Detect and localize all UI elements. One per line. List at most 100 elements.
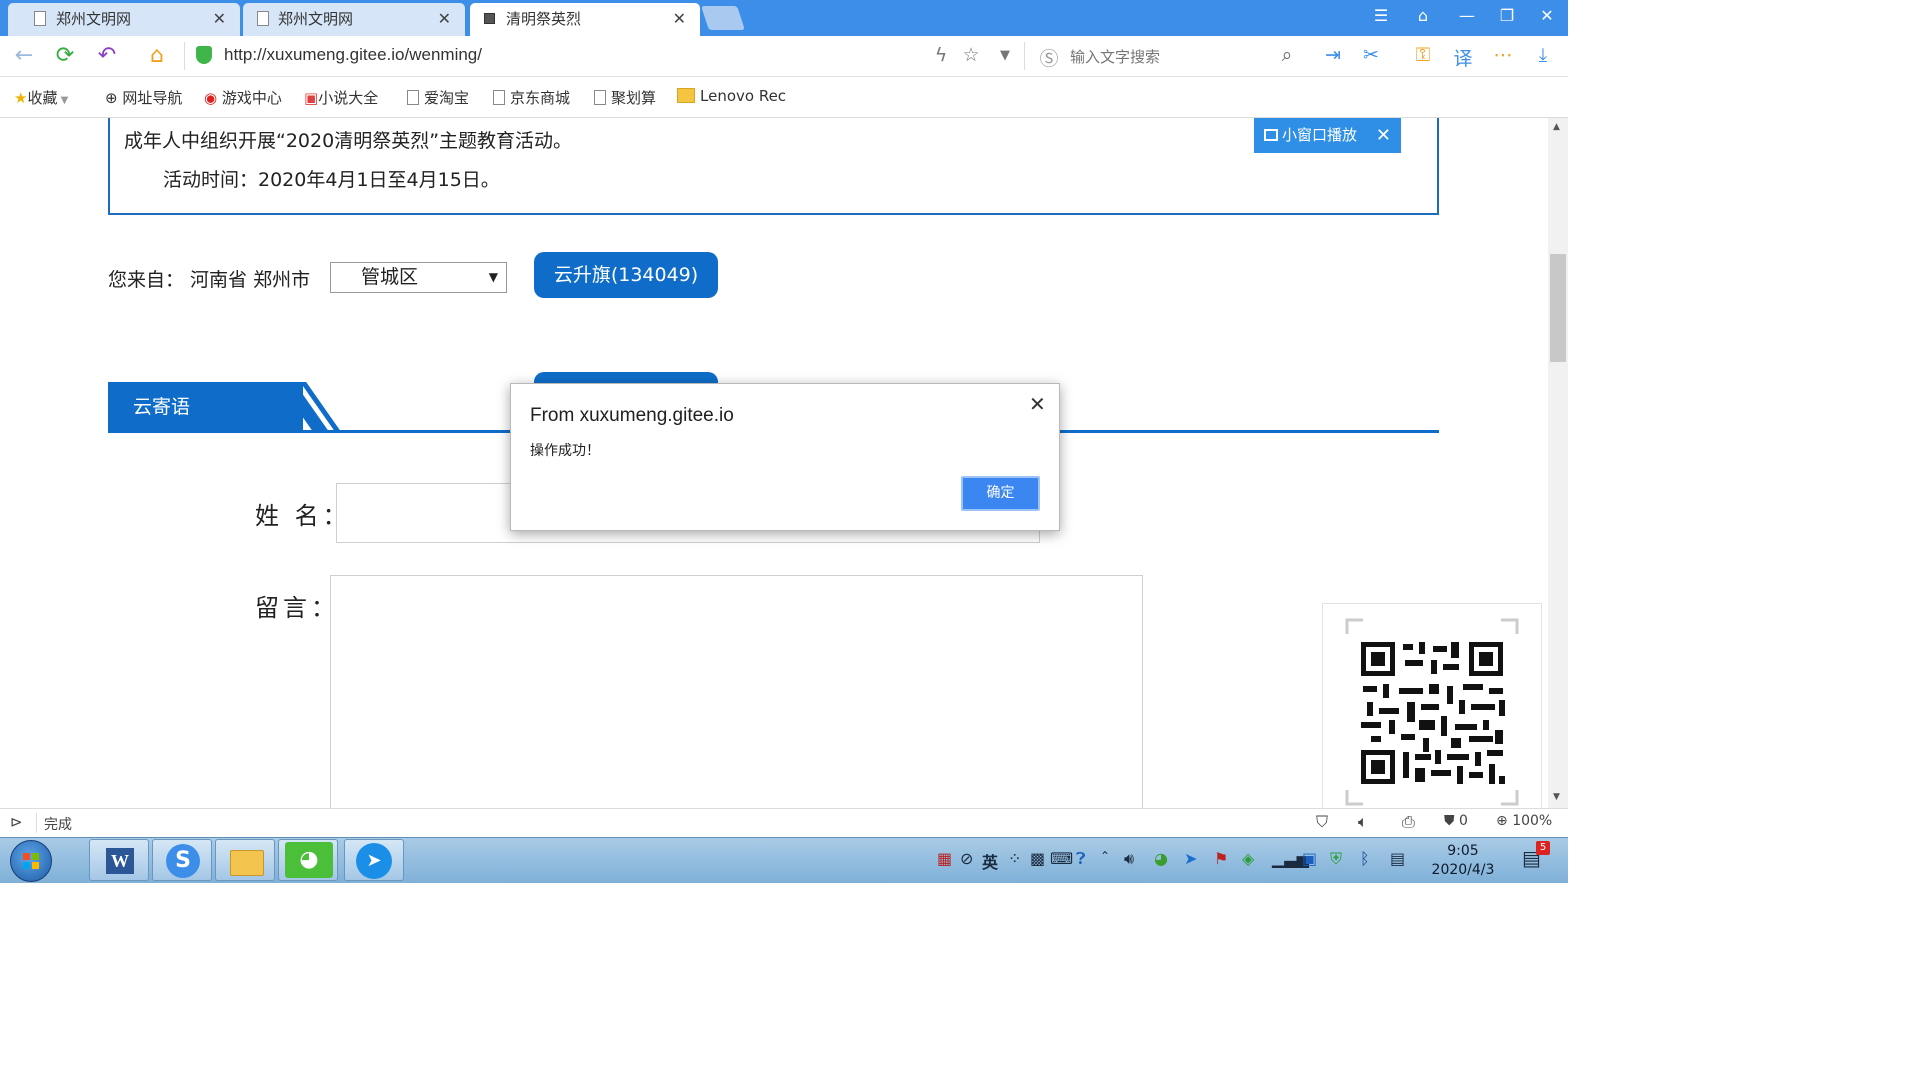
raise-flag-button[interactable]: 云升旗(134049) [534, 252, 718, 298]
wechat-icon: ◕ [285, 842, 333, 878]
menu-icon[interactable]: ☰ [1368, 6, 1394, 25]
taskbar-explorer[interactable] [215, 839, 275, 881]
minimize-icon[interactable]: — [1454, 6, 1480, 25]
close-icon[interactable]: ✕ [673, 3, 686, 35]
divider [184, 42, 185, 70]
display-icon[interactable]: ▣ [1302, 849, 1317, 868]
clipboard-tray-icon[interactable]: ▤ [1390, 849, 1405, 868]
clock-date[interactable]: 2020/4/3 [1428, 862, 1498, 878]
login-icon[interactable]: ⇥ [1320, 44, 1346, 66]
scissors-icon[interactable]: ✂ [1358, 44, 1384, 66]
input-tool-icon[interactable]: ▦ [937, 849, 952, 868]
taskbar-word[interactable]: W [89, 839, 149, 881]
close-icon[interactable]: ✕ [1029, 392, 1046, 416]
clock-time[interactable]: 9:05 [1432, 843, 1494, 859]
status-bar: ⊳ 完成 ⛉ 🔈︎ ⎙ ⛊ 0 ⊕ 100% [0, 808, 1568, 838]
tray-arrow-icon[interactable]: ⌃ [1100, 849, 1110, 863]
wechat-tray-icon[interactable]: ◕ [1154, 849, 1168, 868]
restore-icon[interactable]: ❐ [1494, 6, 1520, 25]
page-icon [484, 13, 495, 24]
close-icon[interactable]: ✕ [1376, 118, 1391, 153]
qr-code [1322, 603, 1542, 808]
shield-icon[interactable]: ⛉ [1316, 812, 1328, 832]
notice-text: 成年人中组织开展“2020清明祭英烈”主题教育活动。 [124, 130, 573, 152]
ime-skin-icon[interactable]: ▩ [1030, 849, 1045, 868]
chevron-down-icon[interactable]: ▼ [992, 48, 1018, 63]
vertical-scrollbar[interactable]: ▲ ▼ [1548, 118, 1568, 808]
back-icon[interactable]: ← [9, 42, 39, 70]
folder-icon [230, 850, 264, 876]
undo-close-icon[interactable]: ↶ [92, 42, 122, 70]
tab-1[interactable]: 郑州文明网 ✕ [8, 3, 240, 36]
key-icon[interactable]: ⚿ [1410, 44, 1436, 66]
book-icon: ▣ [304, 89, 319, 107]
windows-logo-icon [23, 853, 39, 869]
download-icon[interactable]: ⤓ [1530, 44, 1556, 66]
shield-tray-icon[interactable]: ⛨ [1330, 849, 1342, 869]
bookmark-taobao[interactable]: 爱淘宝 [407, 87, 469, 108]
skin-icon[interactable]: ⌂ [1410, 6, 1436, 25]
bookmark-lenovo[interactable]: Lenovo Rec [677, 87, 786, 105]
new-tab-button[interactable] [701, 6, 745, 30]
start-button[interactable] [10, 840, 52, 882]
zoom-control[interactable]: ⊕ 100% [1496, 813, 1552, 829]
bluetooth-icon[interactable]: ᛒ [1360, 849, 1370, 868]
speaker-icon[interactable]: 🔈︎ [1358, 812, 1368, 832]
translate-icon[interactable]: 译 [1450, 44, 1476, 71]
bookmark-games[interactable]: ◉ 游戏中心 [204, 87, 282, 108]
adblock-icon: ⛊ [1444, 813, 1455, 829]
dialog-title: From xuxumeng.gitee.io [530, 405, 734, 426]
window-close-icon[interactable]: ✕ [1534, 6, 1560, 25]
more-icon[interactable]: ⋯ [1490, 44, 1516, 66]
help-icon[interactable]: ❓︎ [1076, 849, 1086, 869]
popout-player-bar[interactable]: 小窗口播放 ✕ [1254, 118, 1401, 153]
security-tray-icon[interactable]: ◈ [1242, 849, 1254, 868]
scrollbar-thumb[interactable] [1550, 254, 1566, 362]
volume-icon[interactable]: 🔊︎ [1124, 849, 1134, 869]
game-icon: ◉ [204, 89, 218, 107]
dialog-message: 操作成功！ [530, 443, 600, 459]
ime-punct-icon[interactable]: ⁘ [1008, 849, 1021, 868]
bookmark-favorites[interactable]: ★收藏 ▼ [14, 87, 68, 108]
search-icon[interactable]: ⌕ [1274, 44, 1300, 66]
tab-2[interactable]: 郑州文明网 ✕ [243, 3, 465, 36]
close-icon[interactable]: ✕ [438, 3, 451, 35]
scroll-up-icon[interactable]: ▲ [1553, 122, 1560, 132]
bookmark-juhuasuan[interactable]: 聚划算 [594, 87, 656, 108]
ime-keyboard-icon[interactable]: ⌨ [1050, 849, 1073, 868]
scroll-down-icon[interactable]: ▼ [1553, 792, 1560, 802]
district-select[interactable]: 管城区 ▼ [330, 262, 507, 293]
bookmark-novels[interactable]: ▣小说大全 [304, 87, 378, 108]
tab-3[interactable]: 清明祭英烈 ✕ [470, 3, 700, 36]
star-icon[interactable]: ☆ [958, 44, 984, 66]
star-icon: ★ [14, 89, 28, 107]
lightning-icon[interactable]: ϟ [928, 44, 954, 66]
search-input[interactable] [1068, 45, 1272, 69]
close-icon[interactable]: ✕ [213, 3, 226, 35]
message-textarea[interactable] [330, 575, 1143, 808]
taskbar-dingtalk[interactable]: ➤ [344, 839, 404, 881]
taskbar-sogou-browser[interactable]: S [152, 839, 212, 881]
refresh-icon[interactable]: ⟳ [50, 42, 80, 70]
taskbar-wechat[interactable]: ◕ [278, 839, 338, 881]
notification-badge: 5 [1536, 841, 1550, 855]
bookmarks-bar: ★收藏 ▼ ⊕ 网址导航 ◉ 游戏中心 ▣小说大全 爱淘宝 京东商城 聚划算 L… [0, 77, 1568, 118]
dingtalk-icon: ➤ [356, 843, 392, 879]
ok-button[interactable]: 确定 [961, 476, 1040, 511]
sidebar-toggle-icon[interactable]: ⊳ [10, 813, 23, 831]
action-center-flag-icon[interactable]: ⚑ [1214, 849, 1228, 868]
url-field[interactable]: http://xuxumeng.gitee.io/wenming/ [224, 45, 482, 65]
word-icon: W [106, 848, 134, 874]
home-icon[interactable]: ⌂ [142, 42, 172, 70]
origin-label: 您来自： 河南省 郑州市 [108, 269, 311, 291]
folder-icon [677, 88, 695, 103]
ime-language[interactable]: 英 [982, 849, 998, 873]
bookmark-nav[interactable]: ⊕ 网址导航 [105, 87, 182, 108]
print-icon[interactable]: ⎙ [1402, 812, 1415, 832]
dingtalk-tray-icon[interactable]: ➤ [1184, 849, 1197, 868]
block-icon[interactable]: ⊘ [960, 849, 973, 868]
tab-label: 郑州文明网 [278, 10, 354, 28]
window-icon [1264, 129, 1278, 141]
adblock-counter[interactable]: ⛊ 0 [1444, 813, 1468, 829]
bookmark-jd[interactable]: 京东商城 [493, 87, 570, 108]
